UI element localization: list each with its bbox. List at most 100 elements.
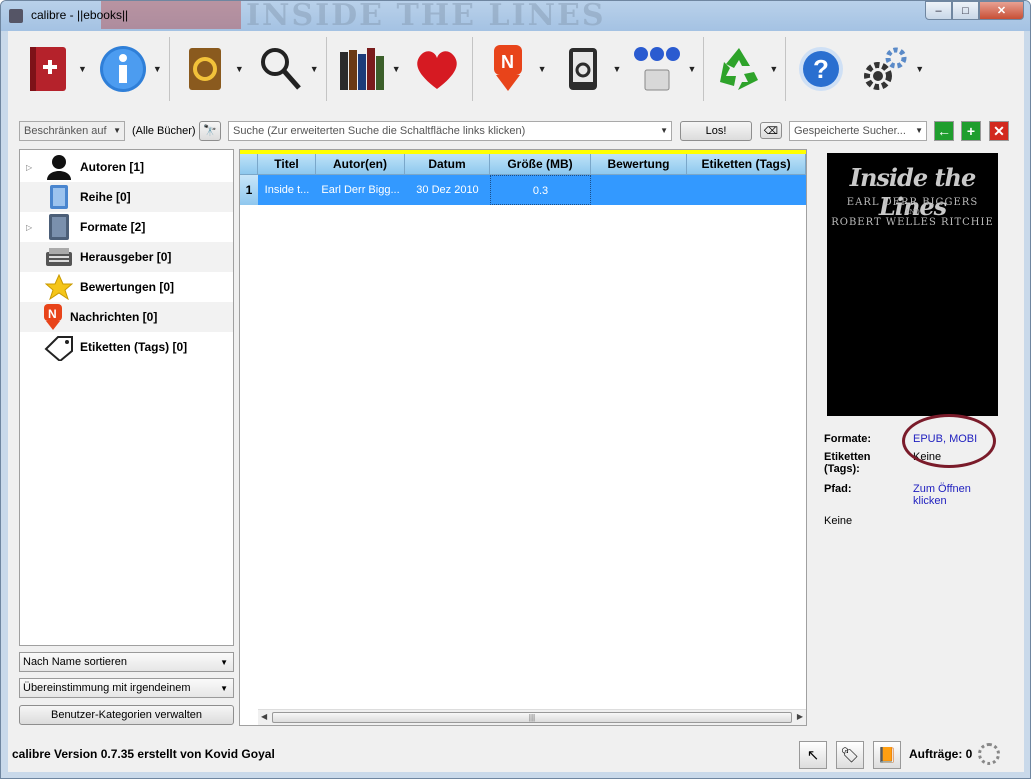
advanced-search-button[interactable]: 🔭 <box>199 121 221 141</box>
view-button[interactable]: ▼ <box>248 37 323 101</box>
cell-tags[interactable] <box>687 175 806 205</box>
scrollbar-thumb[interactable]: ||| <box>272 712 792 723</box>
column-header-title[interactable]: Titel <box>258 154 316 175</box>
convert-books-button[interactable]: ▼ <box>173 37 248 101</box>
toolbar-separator <box>471 37 473 101</box>
tag-browser-toggle-button[interactable]: 🏷 <box>836 741 864 769</box>
edit-metadata-button[interactable]: ▼ <box>91 37 166 101</box>
tag-browser: ▷ Autoren [1] Reihe [0] ▷ Formate [2] He… <box>19 149 234 646</box>
send-to-device-button[interactable]: ▼ <box>551 37 626 101</box>
tag-item-autoren[interactable]: ▷ Autoren [1] <box>20 152 233 182</box>
clear-search-button[interactable]: ⌫ <box>760 122 782 139</box>
close-button[interactable]: ✕ <box>979 1 1024 20</box>
heart-icon <box>409 41 465 97</box>
chevron-down-icon[interactable]: ▼ <box>392 64 401 74</box>
window-controls: – □ ✕ <box>925 1 1024 20</box>
tag-item-etiketten[interactable]: Etiketten (Tags) [0] <box>20 332 233 362</box>
save-search-button[interactable]: + <box>961 121 981 141</box>
column-header-rating[interactable]: Bewertung <box>591 154 687 175</box>
match-combo[interactable]: Übereinstimmung mit irgendeinem ▼ <box>19 678 234 698</box>
cell-size[interactable]: 0.3 <box>490 175 591 205</box>
column-header-author[interactable]: Autor(en) <box>316 154 405 175</box>
book-details-toggle-button[interactable]: 📙 <box>873 741 901 769</box>
fetch-news-button[interactable]: N ▼ <box>476 37 551 101</box>
remove-books-button[interactable]: ▼ <box>707 37 782 101</box>
chevron-down-icon[interactable]: ▼ <box>613 64 622 74</box>
donate-button[interactable] <box>405 37 469 101</box>
cell-date[interactable]: 30 Dez 2010 <box>405 175 490 205</box>
restore-saved-search-button[interactable]: ← <box>934 121 954 141</box>
toolbar-separator <box>325 37 327 101</box>
match-label: Übereinstimmung mit irgendeinem <box>23 682 191 694</box>
tag-item-label: Herausgeber [0] <box>80 250 172 264</box>
column-header-tags[interactable]: Etiketten (Tags) <box>687 154 806 175</box>
gear-icon <box>857 41 913 97</box>
book-cover[interactable]: Inside the Lines EARL DERR BIGGERS AND R… <box>827 153 998 416</box>
news-icon: N <box>480 41 536 97</box>
tag-item-label: Reihe [0] <box>80 190 131 204</box>
scroll-left-icon[interactable]: ◀ <box>261 712 267 721</box>
book-format-icon <box>44 213 74 241</box>
add-book-icon <box>20 41 76 97</box>
chevron-down-icon: ▼ <box>113 126 121 135</box>
expand-arrow-icon[interactable]: ▷ <box>26 223 32 232</box>
delete-search-button[interactable]: ✕ <box>989 121 1009 141</box>
path-link[interactable]: Zum Öffnen klicken <box>913 483 1003 507</box>
network-icon <box>629 41 685 97</box>
add-books-button[interactable]: ▼ <box>16 37 91 101</box>
search-input[interactable]: Suche (Zur erweiterten Suche die Schaltf… <box>228 121 672 141</box>
chevron-down-icon[interactable]: ▼ <box>538 64 547 74</box>
cell-author[interactable]: Earl Derr Bigg... <box>316 175 405 205</box>
cover-flow-button[interactable]: ↖ <box>799 741 827 769</box>
chevron-down-icon[interactable]: ▼ <box>235 64 244 74</box>
preferences-button[interactable]: ▼ <box>853 37 928 101</box>
sort-by-combo[interactable]: Nach Name sortieren ▼ <box>19 652 234 672</box>
cell-rating[interactable] <box>591 175 687 205</box>
close-icon: ✕ <box>993 122 1005 139</box>
tag-item-reihe[interactable]: Reihe [0] <box>20 182 233 212</box>
chevron-down-icon[interactable]: ▼ <box>78 64 87 74</box>
chevron-down-icon[interactable]: ▼ <box>687 64 696 74</box>
expand-arrow-icon[interactable]: ▷ <box>26 163 32 172</box>
jobs-count[interactable]: Aufträge: 0 <box>909 747 972 761</box>
maximize-button[interactable]: □ <box>952 1 979 20</box>
binoculars-icon: 🔭 <box>203 125 217 137</box>
chevron-down-icon[interactable]: ▼ <box>153 64 162 74</box>
arrow-left-icon: ← <box>937 123 951 139</box>
chevron-down-icon: ▼ <box>660 126 668 135</box>
toolbar-separator <box>703 37 705 101</box>
tag-item-label: Etiketten (Tags) [0] <box>80 340 188 354</box>
column-header-size[interactable]: Größe (MB) <box>490 154 591 175</box>
chevron-down-icon: ▼ <box>220 684 228 693</box>
search-go-button[interactable]: Los! <box>680 121 752 141</box>
choose-library-button[interactable]: ▼ <box>330 37 405 101</box>
device-icon <box>555 41 611 97</box>
column-header-date[interactable]: Datum <box>405 154 490 175</box>
help-button[interactable]: ? <box>789 37 853 101</box>
tag-item-bewertungen[interactable]: Bewertungen [0] <box>20 272 233 302</box>
formats-label: Formate: <box>824 433 872 445</box>
restrict-combo[interactable]: Beschränken auf ▼ <box>19 121 125 141</box>
manage-categories-button[interactable]: Benutzer-Kategorien verwalten <box>19 705 234 725</box>
chevron-down-icon[interactable]: ▼ <box>769 64 778 74</box>
horizontal-scrollbar[interactable]: ◀ ||| ▶ <box>258 709 806 725</box>
clear-icon: ⌫ <box>763 126 779 137</box>
cell-title[interactable]: Inside t... <box>258 175 316 205</box>
minimize-button[interactable]: – <box>925 1 952 20</box>
scroll-right-icon[interactable]: ▶ <box>797 712 803 721</box>
window-title: calibre - ||ebooks|| <box>31 8 129 22</box>
person-icon <box>44 153 74 181</box>
tag-item-herausgeber[interactable]: Herausgeber [0] <box>20 242 233 272</box>
sort-by-label: Nach Name sortieren <box>23 656 127 668</box>
connect-share-button[interactable]: ▼ <box>625 37 700 101</box>
tag-item-nachrichten[interactable]: N Nachrichten [0] <box>20 302 233 332</box>
tag-icon <box>44 333 74 361</box>
row-number[interactable]: 1 <box>240 175 258 205</box>
chevron-down-icon[interactable]: ▼ <box>310 64 319 74</box>
tag-item-formate[interactable]: ▷ Formate [2] <box>20 212 233 242</box>
series-icon <box>44 183 74 211</box>
saved-search-combo[interactable]: Gespeicherte Sucher... ▼ <box>789 121 927 141</box>
main-toolbar: ▼ ▼ ▼ ▼ ▼ N ▼ ▼ ▼ ▼ ? ▼ <box>8 31 1024 107</box>
chevron-down-icon[interactable]: ▼ <box>915 64 924 74</box>
chevron-down-icon: ▼ <box>915 126 923 135</box>
